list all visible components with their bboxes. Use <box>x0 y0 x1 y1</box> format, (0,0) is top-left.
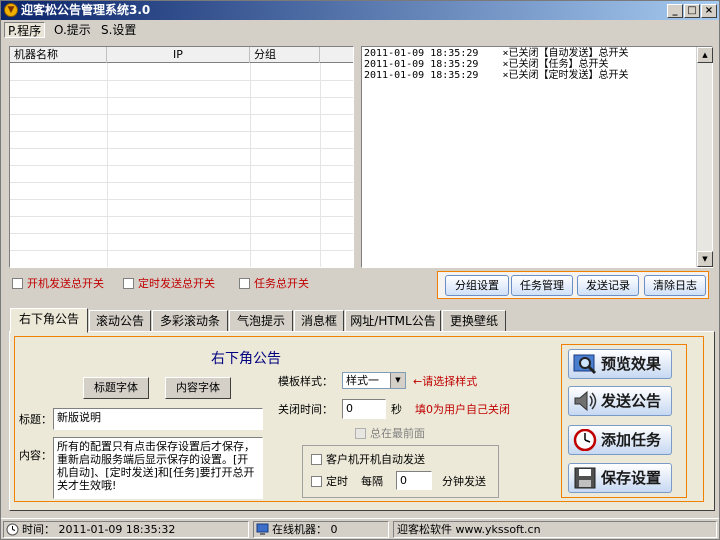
add-task-button[interactable]: 添加任务 <box>568 425 672 455</box>
group-settings-button[interactable]: 分组设置 <box>445 275 509 296</box>
menu-tips[interactable]: O.提示 <box>51 22 94 38</box>
close-time-label: 关闭时间： <box>278 403 333 416</box>
checkbox-icon[interactable] <box>311 476 322 487</box>
clear-log-button[interactable]: 清除日志 <box>644 275 706 296</box>
monitor-icon <box>256 523 269 535</box>
boot-send-switch[interactable]: 开机发送总开关 <box>12 277 104 290</box>
grid-row-line <box>10 199 353 200</box>
tab-bubble[interactable]: 气泡提示 <box>229 310 293 332</box>
content-label: 内容： <box>19 449 52 462</box>
template-hint: ←请选择样式 <box>413 375 478 388</box>
grid-row-line <box>10 97 353 98</box>
close-time-unit: 秒 <box>391 403 402 416</box>
grid-row-line <box>10 114 353 115</box>
grid-row-line <box>10 148 353 149</box>
checkbox-icon[interactable] <box>12 278 23 289</box>
checkbox-icon[interactable] <box>123 278 134 289</box>
tab-html[interactable]: 网址/HTML公告 <box>345 310 441 332</box>
clock-icon <box>573 429 597 451</box>
grid-col-line <box>107 63 108 267</box>
machine-grid[interactable]: 机器名称 IP 分组 <box>9 46 354 268</box>
minimize-button[interactable]: _ <box>667 4 683 18</box>
title-input[interactable]: 新版说明 <box>53 408 263 430</box>
tab-wallpaper[interactable]: 更换壁纸 <box>442 310 506 332</box>
log-line: 2011-01-09 18:35:29 ×已关闭【自动发送】总开关 <box>364 48 629 59</box>
menu-settings[interactable]: S.设置 <box>98 22 139 38</box>
close-button[interactable]: × <box>701 4 717 18</box>
grid-row-line <box>10 182 353 183</box>
tab-message-box[interactable]: 消息框 <box>294 310 344 332</box>
grid-row-line <box>10 131 353 132</box>
status-company: 迎客松软件 www.ykssoft.cn <box>393 521 717 538</box>
every-label: 每隔 <box>361 475 383 488</box>
interval-input[interactable]: 0 <box>396 471 432 490</box>
task-manage-button[interactable]: 任务管理 <box>511 275 573 296</box>
template-select[interactable]: 样式一 ▼ <box>342 372 406 389</box>
grid-col-ip[interactable]: IP <box>107 47 250 63</box>
title-font-button[interactable]: 标题字体 <box>83 377 149 399</box>
timed-checkbox[interactable]: 定时 <box>311 475 348 488</box>
window-title: 迎客松公告管理系统3.0 <box>21 3 151 17</box>
status-time: 时间： 2011-01-09 18:35:32 <box>3 521 249 538</box>
tab-color-scroll[interactable]: 多彩滚动条 <box>152 310 228 332</box>
scroll-down-icon[interactable]: ▼ <box>697 251 713 267</box>
status-online: 在线机器： 0 <box>253 521 389 538</box>
action-toolbar: 分组设置 任务管理 发送记录 清除日志 <box>437 271 709 299</box>
maximize-button[interactable]: □ <box>684 4 700 18</box>
grid-col-group[interactable]: 分组 <box>250 47 320 63</box>
tab-content: 右下角公告 标题字体 内容字体 标题： 新版说明 内容： 所有的配置只有点击保存… <box>9 331 715 511</box>
status-bar: 时间： 2011-01-09 18:35:32 在线机器： 0 迎客松软件 ww… <box>1 518 719 539</box>
title-label: 标题： <box>19 413 52 426</box>
interval-unit: 分钟发送 <box>442 475 486 488</box>
send-record-button[interactable]: 发送记录 <box>577 275 639 296</box>
auto-send-checkbox[interactable]: 客户机开机自动发送 <box>311 453 425 466</box>
save-settings-button[interactable]: 保存设置 <box>568 463 672 493</box>
grid-row-line <box>10 216 353 217</box>
checkbox-icon[interactable] <box>239 278 250 289</box>
task-switch[interactable]: 任务总开关 <box>239 277 309 290</box>
speaker-icon <box>574 390 597 412</box>
app-logo-icon: ▼ <box>4 3 18 17</box>
log-scrollbar[interactable]: ▲ ▼ <box>696 47 713 267</box>
grid-row-line <box>10 233 353 234</box>
template-label: 模板样式： <box>278 375 333 388</box>
grid-col-name[interactable]: 机器名称 <box>10 47 107 63</box>
tab-scroll[interactable]: 滚动公告 <box>89 310 151 332</box>
main-window: ▼ 迎客松公告管理系统3.0 _ □ × P.程序 O.提示 S.设置 机器名称… <box>0 0 720 540</box>
checkbox-icon[interactable] <box>355 428 366 439</box>
grid-row-line <box>10 80 353 81</box>
log-line: 2011-01-09 18:35:29 ×已关闭【定时发送】总开关 <box>364 70 629 81</box>
close-time-input[interactable]: 0 <box>342 399 386 419</box>
timed-send-switch[interactable]: 定时发送总开关 <box>123 277 215 290</box>
clock-icon <box>6 523 19 536</box>
grid-col-line <box>320 63 321 267</box>
magnifier-icon <box>573 354 597 375</box>
preview-button[interactable]: 预览效果 <box>568 349 672 379</box>
grid-row-line <box>10 250 353 251</box>
close-time-hint: 填0为用户自己关闭 <box>415 403 510 416</box>
grid-row-line <box>10 165 353 166</box>
tab-bottom-right[interactable]: 右下角公告 <box>10 308 88 333</box>
form-heading: 右下角公告 <box>211 351 281 367</box>
menu-bar: P.程序 O.提示 S.设置 <box>1 20 719 40</box>
chevron-down-icon[interactable]: ▼ <box>390 373 405 388</box>
content-font-button[interactable]: 内容字体 <box>165 377 231 399</box>
log-line: 2011-01-09 18:35:29 ×已关闭【任务】总开关 <box>364 59 609 70</box>
command-panel: 预览效果 发送公告 添加任务 保存设置 <box>561 344 687 498</box>
log-panel[interactable]: 2011-01-09 18:35:29 ×已关闭【自动发送】总开关 2011-0… <box>361 46 713 268</box>
floppy-disk-icon <box>574 467 596 489</box>
notice-form: 右下角公告 标题字体 内容字体 标题： 新版说明 内容： 所有的配置只有点击保存… <box>14 336 704 502</box>
content-textarea[interactable]: 所有的配置只有点击保存设置后才保存，重新启动服务端后显示保存的设置。[开机自动]… <box>53 437 263 499</box>
checkbox-icon[interactable] <box>311 454 322 465</box>
title-bar[interactable]: ▼ 迎客松公告管理系统3.0 _ □ × <box>1 1 719 20</box>
grid-col-line <box>250 63 251 267</box>
topmost-checkbox[interactable]: 总在最前面 <box>355 427 425 440</box>
menu-program[interactable]: P.程序 <box>4 22 46 38</box>
send-notice-button[interactable]: 发送公告 <box>568 386 672 416</box>
scroll-up-icon[interactable]: ▲ <box>697 47 713 63</box>
